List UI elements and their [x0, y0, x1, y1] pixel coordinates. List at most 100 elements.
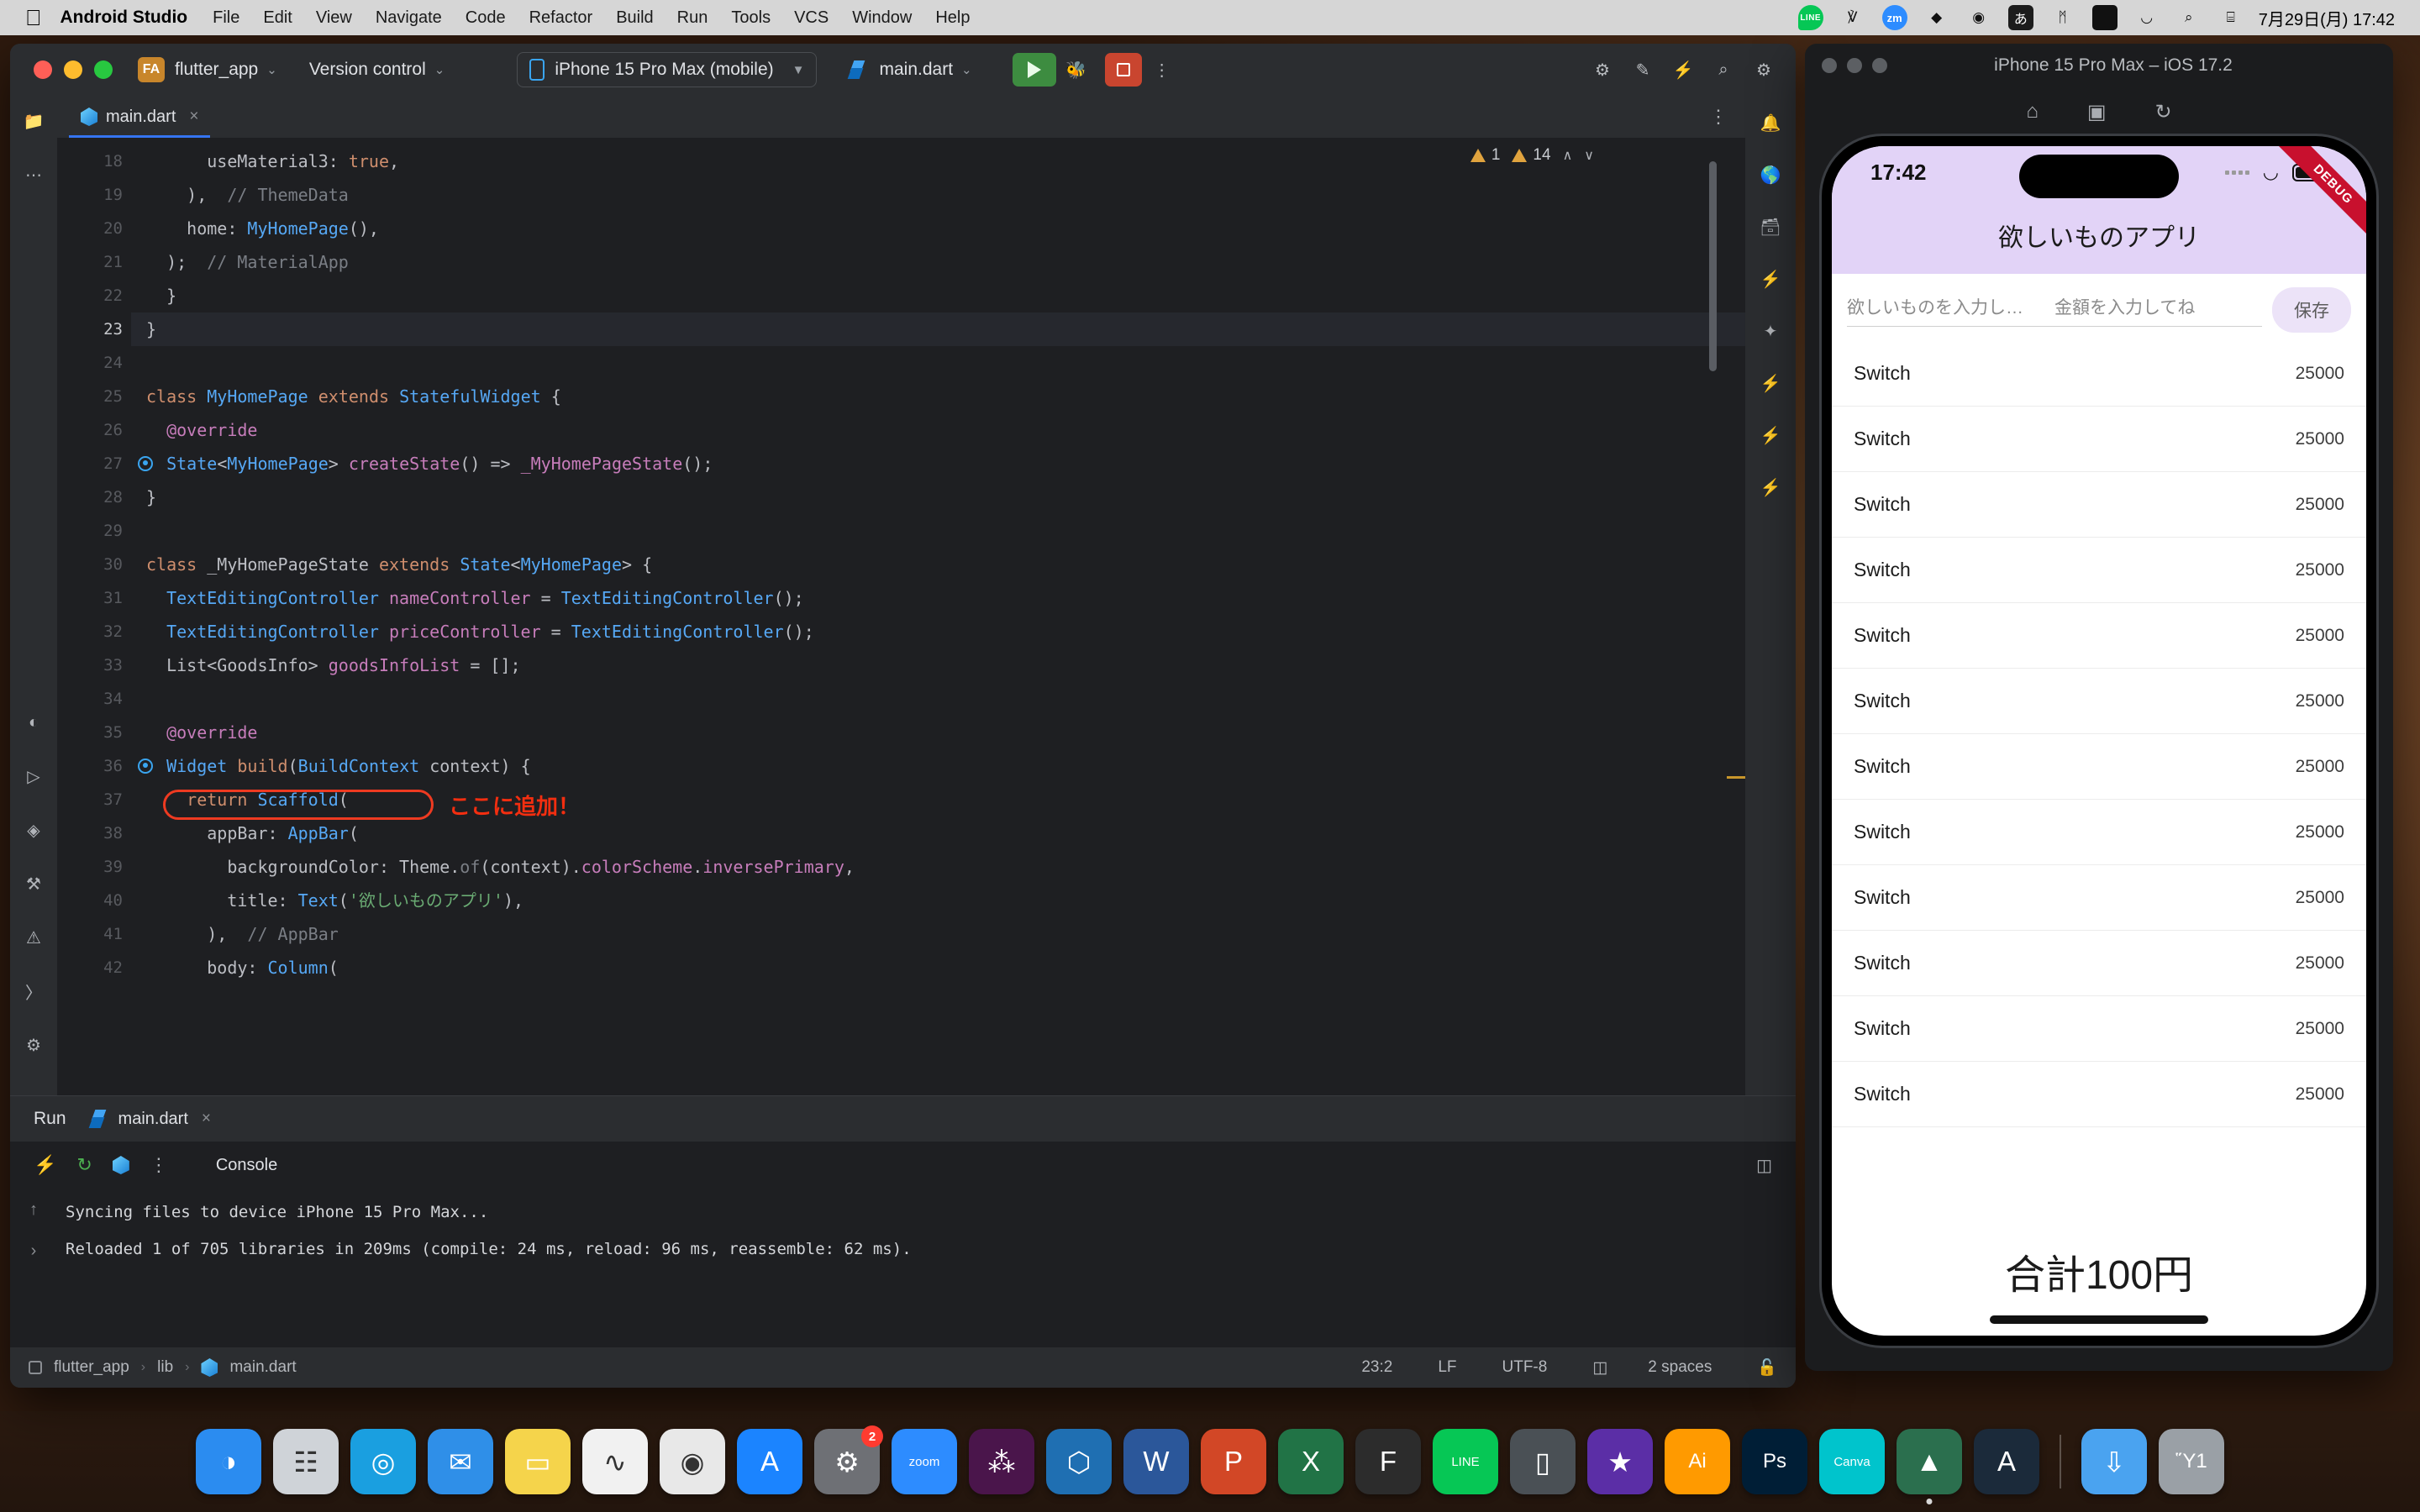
more-tools-icon[interactable]: ⋯	[18, 160, 49, 190]
scroll-up-icon[interactable]: ↑	[29, 1200, 38, 1220]
settings-gear-icon[interactable]: ⚙	[1744, 51, 1784, 88]
flutter-logs-icon[interactable]: ⚡	[1755, 472, 1786, 502]
input-method-icon[interactable]: あ	[2007, 5, 2033, 30]
console-output[interactable]: Syncing files to device iPhone 15 Pro Ma…	[57, 1194, 1796, 1347]
project-view-icon[interactable]: 📁	[18, 106, 49, 136]
spotlight-search-icon[interactable]: ⌕	[2176, 5, 2202, 30]
control-center-icon[interactable]: ⌸	[2218, 5, 2244, 30]
wifi-icon[interactable]: ◡	[2134, 5, 2160, 30]
run-tool-icon[interactable]: ▷	[18, 761, 49, 791]
menu-item-window[interactable]: Window	[852, 8, 912, 28]
warning-badge[interactable]: 14	[1512, 146, 1551, 165]
dock-item-downloads[interactable]: ⇩	[2081, 1429, 2147, 1494]
iphone-screen[interactable]: DEBUG 17:42 ◡ 欲しいものアプリ 欲しいものを入力し… 金額を入力し…	[1832, 146, 2366, 1336]
status-file[interactable]: main.dart	[229, 1358, 296, 1377]
run-configuration-selector[interactable]: main.dart ⌄	[847, 59, 971, 81]
dock-item-finder[interactable]: ◑	[196, 1429, 261, 1494]
close-window-button[interactable]	[1822, 58, 1837, 73]
apple-menu-icon[interactable]: 	[25, 7, 42, 29]
sketch-icon[interactable]: ◆	[1924, 5, 1949, 30]
dock-item-excel[interactable]: X	[1278, 1429, 1344, 1494]
version-control-menu[interactable]: Version control ⌄	[299, 60, 445, 80]
run-button[interactable]	[1012, 53, 1056, 87]
dock-item-launchpad[interactable]: ☷	[273, 1429, 339, 1494]
device-manager-icon[interactable]: ⚙	[1582, 51, 1623, 88]
problems-icon[interactable]: ⚠	[18, 922, 49, 953]
menu-item-tools[interactable]: Tools	[731, 8, 771, 28]
editor-options-icon[interactable]: ⋮	[1709, 106, 1745, 128]
menu-item-run[interactable]: Run	[677, 8, 708, 28]
editor-tab-main-dart[interactable]: main.dart ×	[69, 96, 211, 138]
scroll-down-icon[interactable]: ›	[31, 1242, 37, 1261]
notifications-icon[interactable]: 🔔	[1755, 108, 1786, 138]
dock-item-notes[interactable]: ▭	[505, 1429, 571, 1494]
flutter-devtools-icon[interactable]: ⚡	[1755, 368, 1786, 398]
goods-list[interactable]: Switch 25000 Switch 25000 Switch 25000 Switch 2…	[1832, 341, 2366, 1220]
next-problem-icon[interactable]: ∨	[1584, 147, 1594, 164]
layout-settings-icon[interactable]: ◫	[1756, 1155, 1796, 1176]
rotate-icon[interactable]: ↻	[2155, 100, 2172, 124]
debug-button[interactable]: 🐝	[1056, 51, 1097, 88]
hot-restart-icon[interactable]: ↻	[76, 1154, 92, 1176]
list-item[interactable]: Switch 25000	[1832, 1062, 2366, 1127]
list-item[interactable]: Switch 25000	[1832, 472, 2366, 538]
git-icon[interactable]: ⚙	[18, 1030, 49, 1060]
terminal-icon[interactable]: 〉	[18, 976, 49, 1006]
dock-item-photoshop[interactable]: Ps	[1742, 1429, 1807, 1494]
item-price-input[interactable]: 金額を入力してね	[2054, 294, 2262, 327]
caret-position[interactable]: 23:2	[1361, 1358, 1392, 1377]
close-run-tab-icon[interactable]: ×	[202, 1110, 211, 1128]
home-indicator[interactable]	[1990, 1315, 2208, 1324]
status-project-name[interactable]: flutter_app	[54, 1358, 129, 1377]
run-tab-main-dart[interactable]: main.dart ×	[88, 1108, 211, 1130]
list-item[interactable]: Switch 25000	[1832, 669, 2366, 734]
project-selector[interactable]: FA flutter_app ⌄	[138, 57, 277, 82]
dock-item-safari[interactable]: ◎	[350, 1429, 416, 1494]
dock-item-activity-monitor[interactable]: ∿	[582, 1429, 648, 1494]
search-icon[interactable]: ⌕	[1703, 51, 1744, 88]
maximize-window-button[interactable]	[94, 60, 113, 79]
dock-item-chrome[interactable]: ◉	[660, 1429, 725, 1494]
notion-icon[interactable]: ◉	[1966, 5, 1991, 30]
menu-item-navigate[interactable]: Navigate	[376, 8, 442, 28]
close-window-button[interactable]	[34, 60, 52, 79]
menu-item-view[interactable]: View	[316, 8, 352, 28]
list-item[interactable]: Switch 25000	[1832, 603, 2366, 669]
dock-item-canva[interactable]: Canva	[1819, 1429, 1885, 1494]
dock-item-trash[interactable]: Ὕ1	[2159, 1429, 2224, 1494]
code-with-me-icon[interactable]: ✎	[1623, 51, 1663, 88]
list-item[interactable]: Switch 25000	[1832, 407, 2366, 472]
menu-bar-clock[interactable]: 7月29日(月) 17:42	[2259, 6, 2408, 30]
bluetooth-icon[interactable]: ᛗ	[2050, 5, 2075, 30]
save-button[interactable]: 保存	[2272, 287, 2351, 333]
dock-item-imovie[interactable]: ★	[1587, 1429, 1653, 1494]
list-item[interactable]: Switch 25000	[1832, 538, 2366, 603]
dock-item-figma[interactable]: F	[1355, 1429, 1421, 1494]
line-icon[interactable]: LINE	[1797, 5, 1823, 30]
battery-icon[interactable]	[2091, 5, 2118, 30]
device-selector[interactable]: iPhone 15 Pro Max (mobile) ▼	[517, 52, 818, 87]
device-file-explorer-icon[interactable]: 🗃	[1755, 212, 1786, 242]
code-editor[interactable]: 18 19 20 21 22 23 24 25 26 27 28 29 30 31 32 33 34 35 36 37…	[57, 138, 1745, 1095]
dock-item-app-store[interactable]: A	[737, 1429, 802, 1494]
home-icon[interactable]: ⌂	[2026, 100, 2039, 123]
error-badge[interactable]: 1	[1470, 146, 1500, 165]
dock-item-vscode[interactable]: ⬡	[1046, 1429, 1112, 1494]
dock-item-simulator[interactable]: ▯	[1510, 1429, 1576, 1494]
dock-item-system-settings[interactable]: ⚙ 2	[814, 1425, 883, 1494]
dock-item-powerpoint[interactable]: P	[1201, 1429, 1266, 1494]
list-item[interactable]: Switch 25000	[1832, 865, 2366, 931]
hot-reload-icon[interactable]: ⚡	[34, 1154, 56, 1176]
flutter-outline-icon[interactable]: ◈	[18, 815, 49, 845]
reader-mode-icon[interactable]: ◫	[1592, 1358, 1607, 1378]
menu-item-file[interactable]: File	[213, 8, 239, 28]
gemini-icon[interactable]: ✦	[1755, 316, 1786, 346]
screenshot-icon[interactable]: ▣	[2087, 100, 2107, 124]
menu-item-vcs[interactable]: VCS	[794, 8, 829, 28]
dock-item-android-studio-preview[interactable]: A	[1974, 1429, 2039, 1494]
list-item[interactable]: Switch 25000	[1832, 931, 2366, 996]
list-item[interactable]: Switch 25000	[1832, 800, 2366, 865]
stop-button[interactable]	[1104, 53, 1142, 87]
flutter-widget-icon[interactable]: ⚡	[1755, 420, 1786, 450]
item-name-input[interactable]: 欲しいものを入力し…	[1847, 294, 2054, 327]
